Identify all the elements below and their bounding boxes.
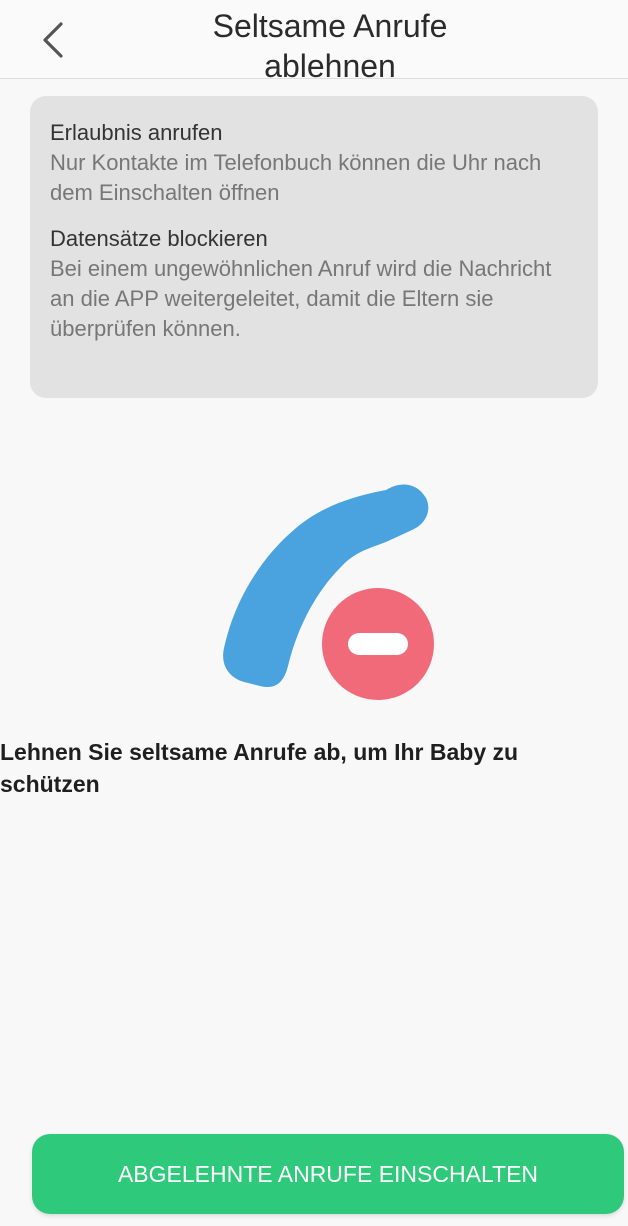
enable-rejected-calls-button[interactable]: ABGELEHNTE ANRUFE EINSCHALTEN xyxy=(32,1134,624,1214)
back-button[interactable] xyxy=(24,8,80,72)
info-heading-call-permission: Erlaubnis anrufen xyxy=(50,120,223,145)
app-header: Seltsame Anrufe ablehnen xyxy=(0,0,628,84)
info-card: Erlaubnis anrufen Nur Kontakte im Telefo… xyxy=(30,96,598,398)
info-heading-block-records: Datensätze blockieren xyxy=(50,226,268,251)
info-text-call-permission: Nur Kontakte im Telefonbuch können die U… xyxy=(50,150,542,205)
page-title: Seltsame Anrufe ablehnen xyxy=(130,6,530,86)
phone-blocked-icon xyxy=(223,484,434,700)
block-minus-icon xyxy=(348,633,408,655)
page-title-line-2: ablehnen xyxy=(264,48,396,84)
protection-tagline: Lehnen Sie seltsame Anrufe ab, um Ihr Ba… xyxy=(0,739,519,797)
info-text-block-records: Bei einem ungewöhnlichen Anruf wird die … xyxy=(50,256,552,341)
page-title-line-1: Seltsame Anrufe xyxy=(212,8,448,44)
chevron-left-icon xyxy=(43,22,63,58)
phone-blocked-illustration xyxy=(204,476,464,710)
